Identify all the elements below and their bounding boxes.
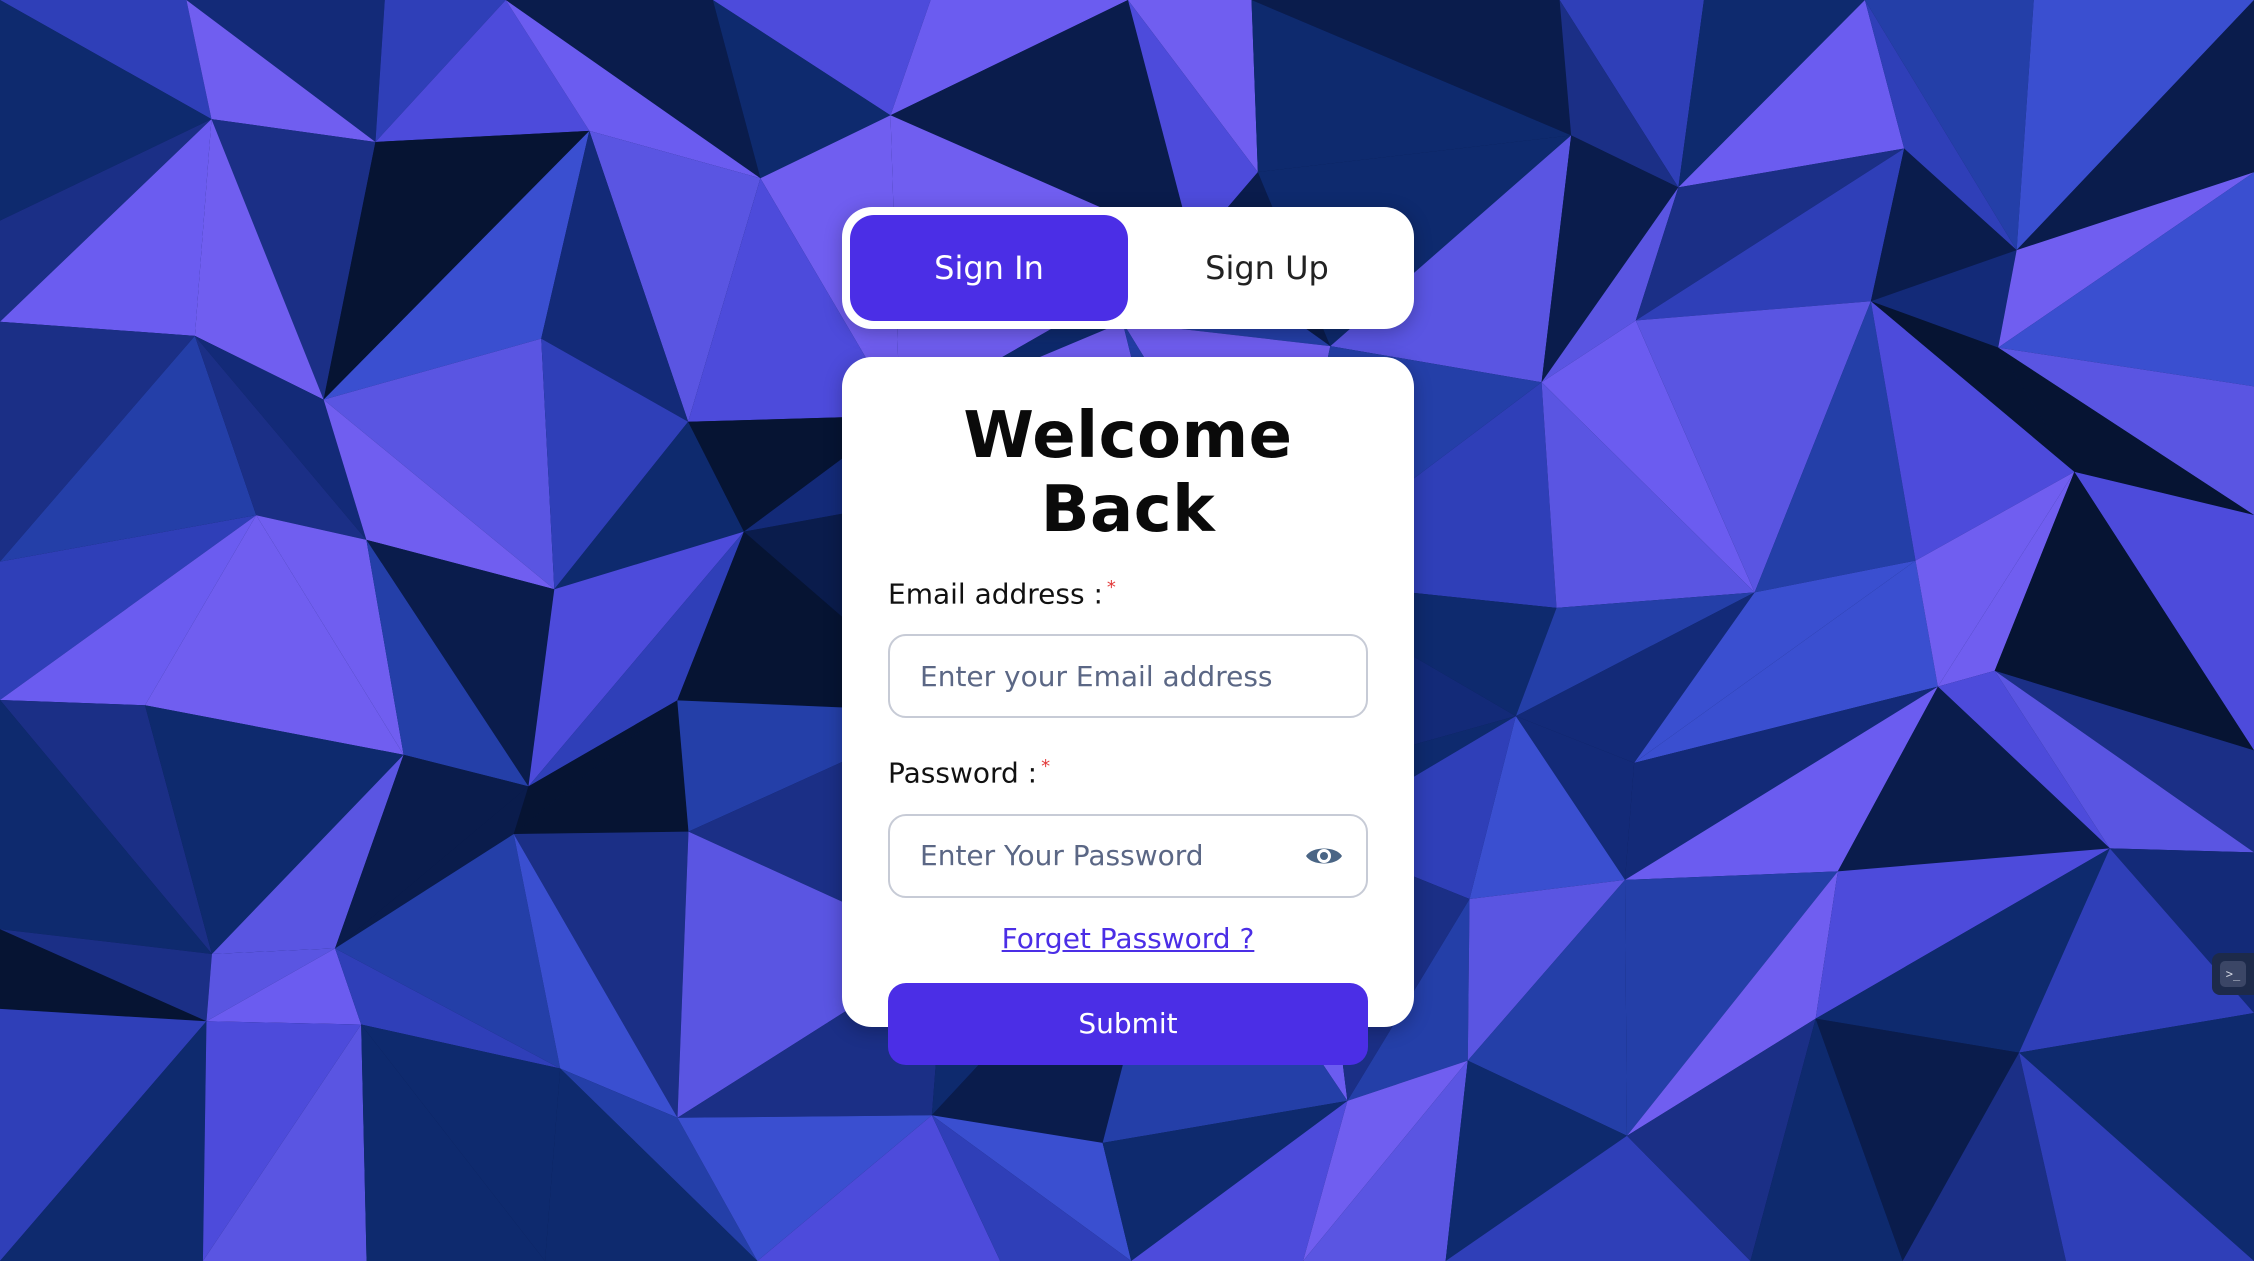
password-field[interactable] (918, 838, 1338, 874)
submit-button[interactable]: Submit (888, 982, 1368, 1065)
email-field[interactable] (918, 658, 1338, 694)
email-label: Email address : * (888, 577, 1368, 610)
devtools-icon: >_ (2220, 961, 2246, 987)
page-title: Welcome Back (963, 399, 1293, 547)
tab-sign-up[interactable]: Sign Up (1128, 215, 1406, 321)
side-widget[interactable]: >_ (2212, 953, 2254, 995)
tab-sign-in[interactable]: Sign In (850, 215, 1128, 321)
email-field-wrapper (888, 634, 1368, 719)
password-field-wrapper (888, 813, 1368, 898)
email-label-text: Email address : (888, 577, 1103, 611)
eye-icon[interactable] (1304, 841, 1344, 871)
password-label-text: Password : (888, 756, 1038, 790)
sign-in-card: Welcome Back Email address :* Password :… (842, 357, 1414, 1065)
forgot-password-link[interactable]: Forget Password ? (888, 922, 1368, 955)
required-mark: * (1106, 577, 1116, 598)
required-mark: * (1041, 756, 1051, 778)
password-label: Password : * (888, 756, 1368, 789)
auth-mode-toggle: Sign In Sign Up (842, 207, 1414, 329)
